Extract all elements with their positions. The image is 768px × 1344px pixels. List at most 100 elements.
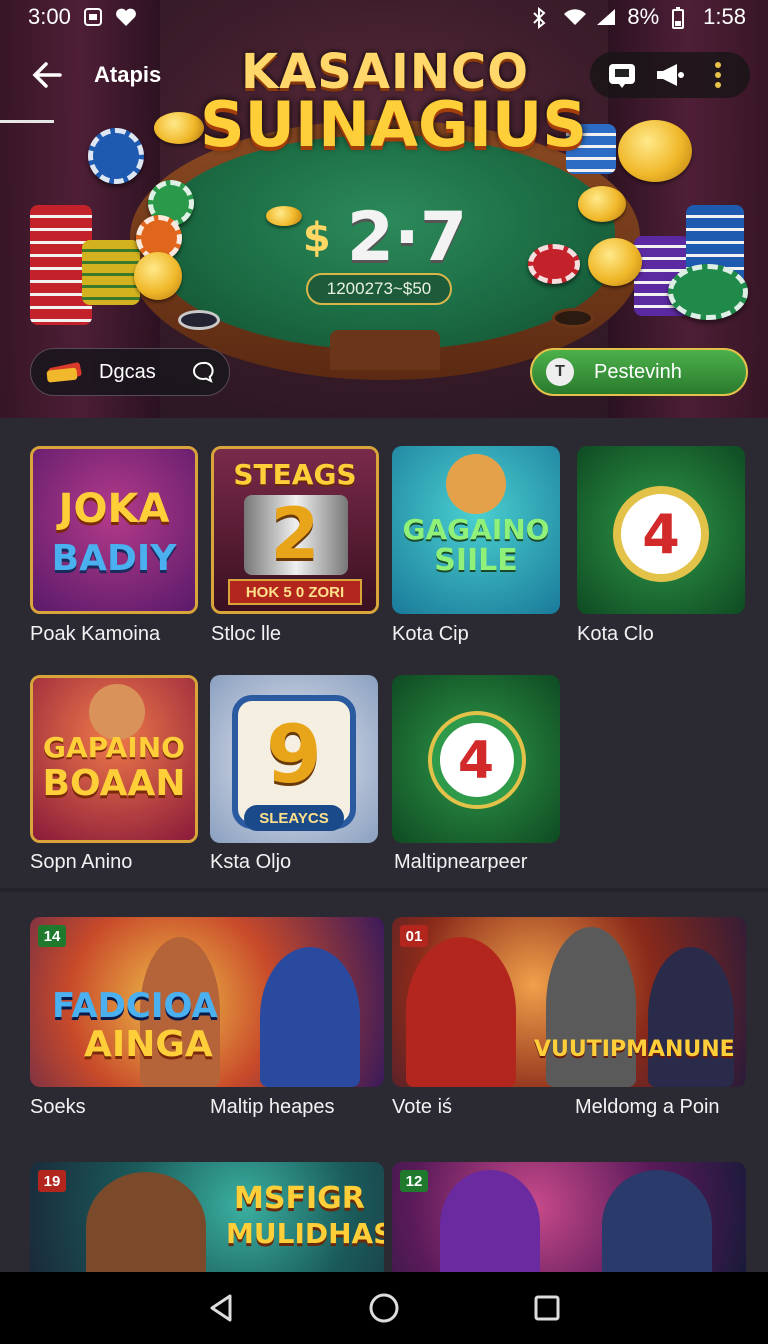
game-art-caption: SLEAYCS: [244, 805, 344, 831]
character-figure: [648, 947, 734, 1087]
gold-coin: [588, 238, 642, 286]
character-figure: [406, 937, 516, 1087]
back-button[interactable]: [30, 58, 64, 92]
game-tile[interactable]: GAGAINO SIILE: [392, 446, 560, 614]
game-art-number: 9: [266, 708, 322, 801]
card-badge: 14: [38, 925, 66, 947]
card-label: Vote iś: [392, 1096, 453, 1118]
game-art-title: STEAGS: [233, 458, 357, 491]
character-figure: [260, 947, 360, 1087]
featured-game-card[interactable]: 19 MSFIGR MULIDHAS: [30, 1162, 384, 1272]
nav-home-button[interactable]: [364, 1288, 404, 1328]
game-tile-label: Maltipnearpeer: [394, 851, 528, 873]
dgcas-pill-button[interactable]: Dgcas: [30, 348, 230, 396]
signal-icon: [595, 7, 616, 27]
status-clock-right: 1:58: [703, 4, 746, 29]
card-badge: 19: [38, 1170, 66, 1192]
status-time: 3:00: [28, 4, 71, 29]
megaphone-button[interactable]: [653, 58, 687, 92]
game-tile[interactable]: GAPAINO BOAAN: [30, 675, 198, 843]
gold-coin: [154, 112, 204, 144]
character-figure: [546, 927, 636, 1087]
game-art-title: GAPAINO: [43, 731, 185, 764]
game-tile-label: Stloc lle: [211, 623, 282, 645]
app-screen: KASAINCO SUINAGIUS $ 2·7 1200273~$50 Dgc…: [0, 0, 768, 1344]
tab-indicator: [0, 120, 54, 123]
chip-green-big: [668, 264, 748, 320]
card-label: Maltip heapes: [210, 1096, 335, 1118]
dgcas-pill-label: Dgcas: [99, 360, 156, 383]
arrow-left-icon: [32, 62, 62, 88]
game-tile[interactable]: JOKA BADIY: [30, 446, 198, 614]
jackpot-value: 2·7: [346, 198, 468, 277]
game-tile-label: Kota Clo: [577, 623, 654, 645]
nav-recents-button[interactable]: [527, 1288, 567, 1328]
game-art-number: 2: [270, 493, 320, 575]
jackpot-currency: $: [302, 214, 331, 261]
card-label: Soeks: [30, 1096, 86, 1118]
card-badge: 01: [400, 925, 428, 947]
character-figure: [446, 454, 506, 514]
app-bar-actions: [590, 52, 750, 98]
game-art-title: JOKA: [58, 486, 170, 532]
game-tile[interactable]: 9 SLEAYCS: [210, 675, 378, 843]
status-bar: 3:00 8% 1:58: [0, 0, 768, 34]
more-vert-icon: [715, 62, 721, 88]
heart-shield-icon: [115, 7, 136, 27]
chip-blue: [88, 128, 144, 184]
card-art-title: FADCIOA: [52, 986, 218, 1026]
wifi-icon: [563, 7, 587, 27]
game-tile[interactable]: 4: [392, 675, 560, 843]
game-art-title: GAGAINO: [402, 513, 550, 546]
gold-coin: [134, 252, 182, 300]
game-tile-label: Kota Cip: [392, 623, 469, 645]
system-nav-bar: [0, 1272, 768, 1344]
card-art-title: MSFIGR: [234, 1181, 365, 1216]
game-tile[interactable]: 4: [577, 446, 745, 614]
table-cup-left: [178, 310, 220, 330]
character-figure: [86, 1172, 206, 1272]
battery-icon: [671, 7, 691, 29]
featured-game-card[interactable]: 01 VUUTIPMANUNE: [392, 917, 746, 1087]
game-art-subtitle: SIILE: [434, 543, 518, 578]
section-divider: [0, 888, 768, 892]
card-art-subtitle: AINGA: [84, 1024, 213, 1065]
cast-icon: [609, 64, 635, 88]
table-cup-right: [552, 308, 594, 328]
table-notch: [330, 330, 440, 370]
game-art-caption: HOK 5 0 ZORI: [228, 579, 362, 605]
chip-red: [528, 244, 580, 284]
chat-bubble-icon: [191, 360, 215, 384]
chip-stack-yellow-left: [82, 240, 140, 305]
pestevinh-label: Pestevinh: [594, 360, 682, 383]
game-art-subtitle: BADIY: [51, 538, 177, 579]
character-figure: [602, 1170, 712, 1272]
pestevinh-icon: T: [546, 358, 574, 386]
pestevinh-button[interactable]: T Pestevinh: [530, 348, 748, 396]
game-tile-label: Sopn Anino: [30, 851, 133, 873]
game-tile[interactable]: STEAGS 2 HOK 5 0 ZORI: [211, 446, 379, 614]
featured-game-card[interactable]: 12: [392, 1162, 746, 1272]
bluetooth-icon: [531, 6, 551, 30]
triangle-back-icon: [210, 1294, 232, 1322]
card-label: Meldomg a Poin: [575, 1096, 720, 1118]
battery-percent: 8%: [627, 4, 660, 29]
ticket-icon: [45, 361, 85, 383]
page-title: Atapis: [94, 62, 162, 87]
circle-home-icon: [369, 1293, 399, 1323]
nav-back-button[interactable]: [201, 1288, 241, 1328]
game-tile-label: Ksta Oljo: [210, 851, 292, 873]
cast-button[interactable]: [605, 58, 639, 92]
megaphone-icon: [657, 64, 684, 86]
featured-game-card[interactable]: 14 FADCIOA AINGA: [30, 917, 384, 1087]
more-options-button[interactable]: [701, 58, 735, 92]
card-art-subtitle: MULIDHAS: [226, 1217, 384, 1250]
jackpot-subtext: 1200273~$50: [306, 273, 452, 305]
jackpot-display: $ 2·7: [260, 198, 510, 277]
card-badge: 12: [400, 1170, 428, 1192]
character-figure: [440, 1170, 540, 1272]
game-art-subtitle: BOAAN: [42, 763, 186, 804]
gold-coin: [618, 120, 692, 182]
card-art-title: VUUTIPMANUNE: [534, 1037, 735, 1062]
gold-coin: [578, 186, 626, 222]
